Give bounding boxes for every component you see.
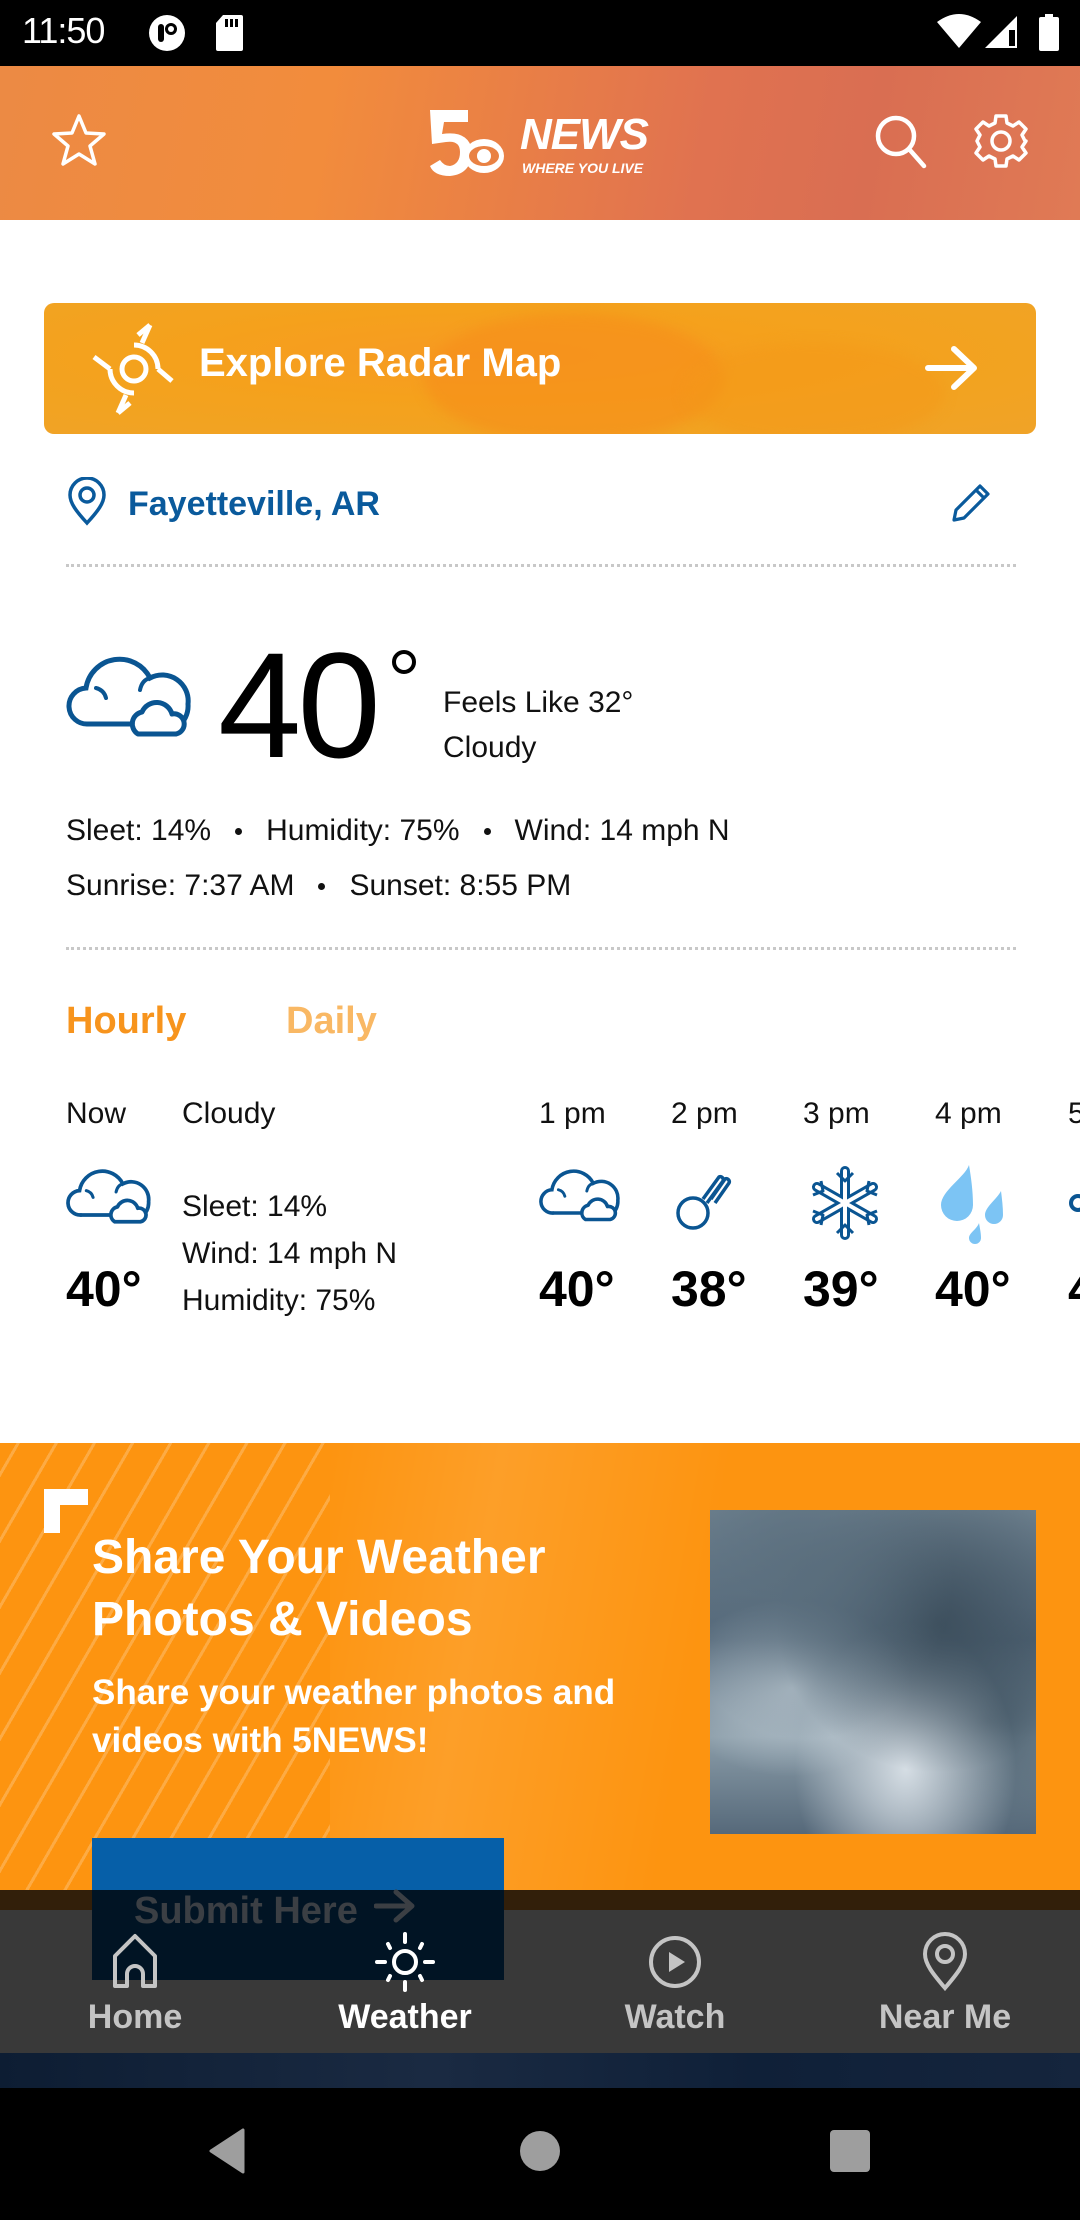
submit-here-button[interactable] [92, 1838, 504, 1890]
humidity-stat: Humidity: 75% [266, 814, 460, 847]
battery-icon [1038, 14, 1060, 57]
edit-location-button[interactable] [946, 478, 996, 528]
sleet-icon [671, 1163, 759, 1243]
hour-time: 4 pm [935, 1097, 1002, 1130]
hour-temperature: 39° [803, 1261, 879, 1317]
hour-temperature: 38° [671, 1261, 747, 1317]
sd-card-icon [215, 14, 243, 57]
gear-icon [972, 112, 1030, 175]
rain-drops-icon [935, 1163, 1023, 1244]
logo-text: NEWS [520, 110, 649, 159]
snowflake-icon [1068, 1163, 1080, 1243]
map-pin-icon [66, 475, 108, 532]
hour-time: 5 [1068, 1097, 1080, 1130]
cell-signal-icon [985, 14, 1019, 55]
radar-label: Explore Radar Map [199, 341, 562, 385]
hour-time: 3 pm [803, 1097, 870, 1130]
nav-label: Home [87, 1998, 183, 2036]
stats-line-1: Sleet: 14% Humidity: 75% Wind: 14 mph N [66, 814, 730, 848]
tab-hourly[interactable]: Hourly [66, 1000, 186, 1043]
app-header: NEWS WHERE YOU LIVE [0, 66, 1080, 220]
nav-weather[interactable]: Weather [270, 1910, 540, 2053]
stats-line-2: Sunrise: 7:37 AM Sunset: 8:55 PM [66, 869, 571, 903]
search-icon [872, 112, 930, 175]
logo-tagline: WHERE YOU LIVE [522, 160, 644, 176]
now-temperature: 40° [66, 1261, 142, 1317]
nav-label: Near Me [878, 1998, 1012, 2036]
home-circle-icon [519, 2130, 561, 2177]
now-sleet: Sleet: 14% [182, 1190, 328, 1223]
feels-like: Feels Like 32° [443, 686, 634, 719]
nav-near-me[interactable]: Near Me [810, 1910, 1080, 2053]
hourly-item: 5 4 [1068, 1097, 1080, 1317]
search-button[interactable] [868, 110, 934, 176]
storm-clouds-image [710, 1510, 1036, 1834]
hour-temperature: 40° [539, 1261, 615, 1317]
promo-corner-mark [44, 1489, 88, 1533]
cloudy-icon [66, 648, 196, 738]
hour-time: 1 pm [539, 1097, 606, 1130]
play-circle-icon [645, 1932, 705, 1992]
hour-temperature: 40° [935, 1261, 1011, 1317]
arrow-right-icon [924, 343, 978, 393]
radar-icon [88, 323, 180, 415]
hourly-item: 4 pm 40° [935, 1097, 1035, 1317]
sun-icon [375, 1932, 435, 1992]
share-weather-promo: Share Your Weather Photos & Videos Share… [0, 1443, 1080, 1890]
sleet-stat: Sleet: 14% [66, 814, 212, 847]
nav-label: Watch [624, 1998, 726, 2036]
back-icon [207, 2128, 247, 2179]
pencil-icon [946, 484, 996, 532]
now-label: Now [66, 1097, 127, 1130]
hourly-item: 1 pm 40° [539, 1097, 639, 1317]
cloudy-icon [66, 1163, 154, 1225]
now-condition: Cloudy [182, 1097, 276, 1130]
separator-dot [483, 827, 491, 835]
location-city: Fayetteville, AR [128, 484, 380, 523]
nav-home[interactable]: Home [0, 1910, 270, 2053]
divider [66, 564, 1016, 567]
promo-title: Share Your Weather Photos & Videos [92, 1531, 546, 1646]
now-wind: Wind: 14 mph N [182, 1237, 398, 1270]
separator-dot [235, 827, 243, 835]
hourly-item: 3 pm 39° [803, 1097, 903, 1317]
sunset-stat: Sunset: 8:55 PM [349, 869, 572, 902]
current-condition: Cloudy [443, 731, 537, 764]
hour-temperature: 4 [1068, 1260, 1080, 1318]
snowflake-icon [803, 1163, 891, 1243]
recents-icon [829, 2129, 871, 2178]
app-logo: NEWS WHERE YOU LIVE [428, 106, 658, 182]
wifi-icon [937, 14, 981, 55]
divider [66, 947, 1016, 950]
degree-symbol [392, 650, 416, 674]
now-humidity: Humidity: 75% [182, 1284, 376, 1317]
notification-app-icon [148, 14, 186, 57]
location-selector[interactable]: Fayetteville, AR [66, 475, 380, 532]
cloudy-icon [539, 1163, 627, 1243]
home-system-button[interactable] [505, 2118, 575, 2188]
current-temperature: 40 [218, 621, 381, 789]
map-pin-icon [915, 1932, 975, 1992]
sunrise-stat: Sunrise: 7:37 AM [66, 869, 295, 902]
back-button[interactable] [192, 2118, 262, 2188]
star-icon [49, 111, 109, 176]
recents-button[interactable] [815, 2118, 885, 2188]
wind-stat: Wind: 14 mph N [514, 814, 730, 847]
separator-dot [318, 882, 326, 890]
background-strip [0, 2053, 1080, 2088]
explore-radar-map-button[interactable]: Explore Radar Map [44, 303, 1036, 434]
nav-label: Weather [338, 1998, 472, 2036]
system-nav-bar [0, 2088, 1080, 2220]
home-icon [105, 1932, 165, 1992]
settings-button[interactable] [968, 110, 1034, 176]
favorites-button[interactable] [46, 110, 112, 176]
status-bar: 11:50 [0, 0, 1080, 66]
hourly-item: 2 pm 38° [671, 1097, 771, 1317]
promo-subtitle: Share your weather photos and videos wit… [92, 1673, 616, 1760]
nav-watch[interactable]: Watch [540, 1910, 810, 2053]
hour-time: 2 pm [671, 1097, 738, 1130]
tab-daily[interactable]: Daily [286, 1000, 377, 1043]
status-time: 11:50 [22, 10, 105, 51]
